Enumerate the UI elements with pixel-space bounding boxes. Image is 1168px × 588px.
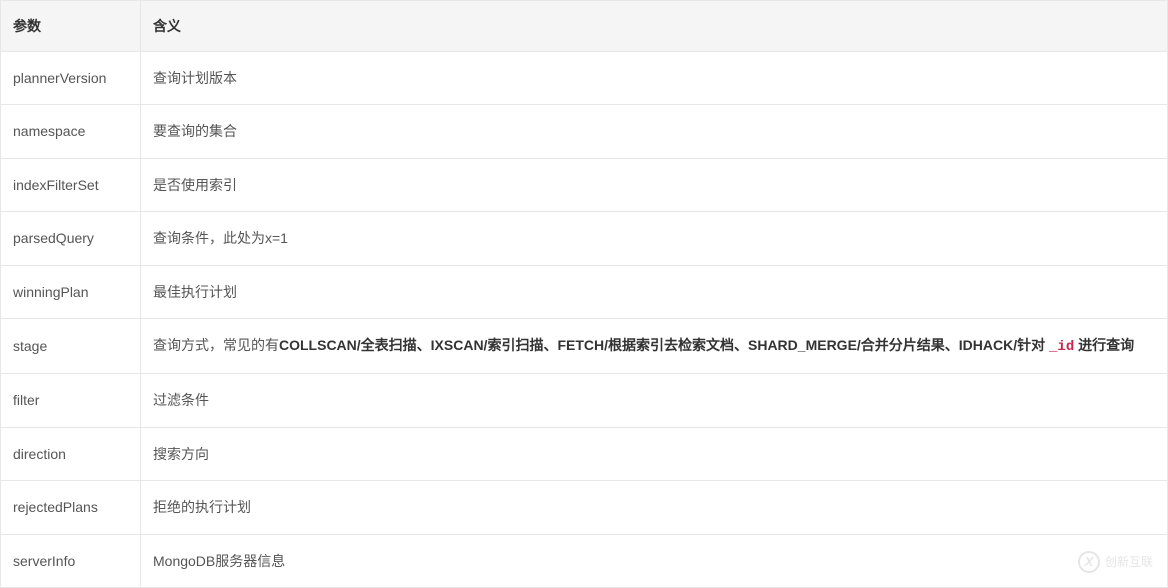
meaning-cell: 是否使用索引 (141, 158, 1168, 211)
meaning-cell: 搜索方向 (141, 427, 1168, 480)
param-cell: stage (1, 318, 141, 373)
param-cell: plannerVersion (1, 52, 141, 105)
table-row: parsedQuery 查询条件，此处为x=1 (1, 212, 1168, 265)
table-row: winningPlan 最佳执行计划 (1, 265, 1168, 318)
meaning-cell: 查询计划版本 (141, 52, 1168, 105)
params-table: 参数 含义 plannerVersion 查询计划版本 namespace 要查… (0, 0, 1168, 588)
table-row: indexFilterSet 是否使用索引 (1, 158, 1168, 211)
meaning-cell: 拒绝的执行计划 (141, 481, 1168, 534)
stage-code: _id (1049, 339, 1074, 355)
meaning-cell: 查询条件，此处为x=1 (141, 212, 1168, 265)
meaning-cell: 过滤条件 (141, 374, 1168, 427)
table-row: namespace 要查询的集合 (1, 105, 1168, 158)
header-param: 参数 (1, 1, 141, 52)
meaning-cell-stage: 查询方式，常见的有COLLSCAN/全表扫描、IXSCAN/索引扫描、FETCH… (141, 318, 1168, 373)
param-cell: serverInfo (1, 534, 141, 587)
table-row: rejectedPlans 拒绝的执行计划 (1, 481, 1168, 534)
param-cell: namespace (1, 105, 141, 158)
stage-bold2: 进行查询 (1074, 337, 1134, 353)
param-cell: direction (1, 427, 141, 480)
param-cell: indexFilterSet (1, 158, 141, 211)
table-row: plannerVersion 查询计划版本 (1, 52, 1168, 105)
meaning-cell: 要查询的集合 (141, 105, 1168, 158)
meaning-cell: 最佳执行计划 (141, 265, 1168, 318)
stage-bold1: COLLSCAN/全表扫描、IXSCAN/索引扫描、FETCH/根据索引去检索文… (279, 337, 1049, 353)
table-header-row: 参数 含义 (1, 1, 1168, 52)
header-meaning: 含义 (141, 1, 1168, 52)
meaning-cell: MongoDB服务器信息 (141, 534, 1168, 587)
param-cell: parsedQuery (1, 212, 141, 265)
stage-prefix: 查询方式，常见的有 (153, 337, 279, 353)
table-row: stage 查询方式，常见的有COLLSCAN/全表扫描、IXSCAN/索引扫描… (1, 318, 1168, 373)
param-cell: rejectedPlans (1, 481, 141, 534)
param-cell: winningPlan (1, 265, 141, 318)
table-row: serverInfo MongoDB服务器信息 (1, 534, 1168, 587)
table-row: filter 过滤条件 (1, 374, 1168, 427)
param-cell: filter (1, 374, 141, 427)
table-row: direction 搜索方向 (1, 427, 1168, 480)
